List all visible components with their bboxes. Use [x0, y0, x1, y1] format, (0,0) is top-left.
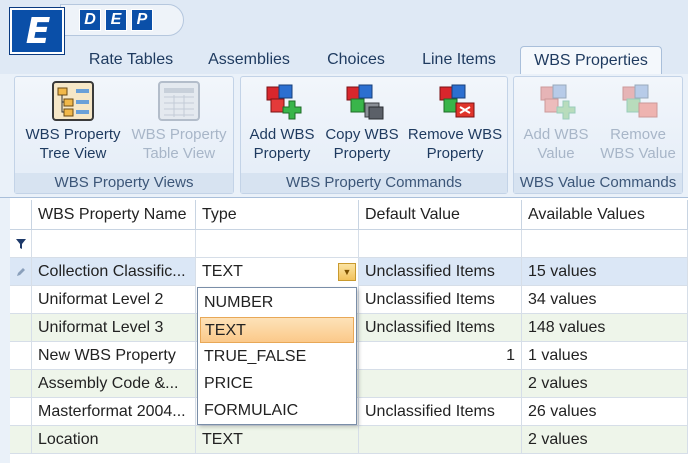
- cell-default[interactable]: 1: [359, 342, 522, 370]
- row-selector: [10, 314, 32, 342]
- cell-available[interactable]: 34 values: [522, 286, 688, 314]
- app-logo[interactable]: E: [10, 8, 64, 54]
- group-wbs-property-commands: Add WBS Property Copy WBS Property Remov…: [240, 76, 508, 194]
- dropdown-option-formulaic[interactable]: FORMULAIC: [200, 398, 354, 424]
- remove-wbs-value-button[interactable]: Remove WBS Value: [596, 81, 680, 163]
- filter-row: [10, 230, 688, 258]
- dropdown-option-number[interactable]: NUMBER: [200, 290, 354, 316]
- chevron-down-icon: ▼: [342, 267, 352, 277]
- add-wbs-value-button[interactable]: Add WBS Value: [516, 81, 596, 163]
- grid-header: WBS Property Name Type Default Value Ava…: [10, 200, 688, 230]
- cell-default[interactable]: Unclassified Items: [359, 286, 522, 314]
- table-view-label-1: WBS Property: [131, 126, 227, 143]
- cell-available[interactable]: 2 values: [522, 426, 688, 454]
- wbs-property-tree-view-button[interactable]: WBS Property Tree View: [19, 81, 127, 163]
- cell-default[interactable]: [359, 426, 522, 454]
- row-selector: [10, 286, 32, 314]
- quick-access-toolbar: D E P: [60, 4, 184, 36]
- add-value-icon: [533, 81, 579, 121]
- copy-wbs-property-label-2: Property: [333, 145, 391, 162]
- dropdown-option-true-false[interactable]: TRUE_FALSE: [200, 344, 354, 370]
- add-cubes-icon: [259, 81, 305, 121]
- copy-wbs-property-button[interactable]: Copy WBS Property: [321, 81, 403, 163]
- row-selector: [10, 398, 32, 426]
- left-gutter: [0, 198, 10, 463]
- cell-available[interactable]: 15 values: [522, 258, 688, 286]
- qat-button-e[interactable]: E: [105, 9, 127, 31]
- filter-cell-type[interactable]: [196, 230, 359, 258]
- tree-view-label-2: Tree View: [39, 145, 107, 162]
- group-label-commands: WBS Property Commands: [241, 173, 507, 193]
- group-wbs-property-views: WBS Property Tree View WBS Property Tabl…: [14, 76, 234, 194]
- row-selector: [10, 370, 32, 398]
- cell-type-editor[interactable]: TEXT: [196, 258, 359, 286]
- column-header-available[interactable]: Available Values: [522, 200, 688, 230]
- tree-view-label-1: WBS Property: [25, 126, 121, 143]
- row-selector: [10, 426, 32, 454]
- cell-name[interactable]: Masterformat 2004...: [32, 398, 196, 426]
- remove-wbs-property-button[interactable]: Remove WBS Property: [403, 81, 507, 163]
- remove-wbs-value-label-2: WBS Value: [600, 145, 676, 162]
- table-view-icon: [156, 81, 202, 121]
- header-selector: [10, 200, 32, 230]
- type-dropdown-list: NUMBER TEXT TRUE_FALSE PRICE FORMULAIC: [197, 287, 357, 425]
- cell-default[interactable]: Unclassified Items: [359, 314, 522, 342]
- column-header-default[interactable]: Default Value: [359, 200, 522, 230]
- cell-available[interactable]: 148 values: [522, 314, 688, 342]
- filter-cell-available[interactable]: [522, 230, 688, 258]
- cell-available[interactable]: 26 values: [522, 398, 688, 426]
- tab-rate-tables[interactable]: Rate Tables: [78, 46, 184, 74]
- table-view-label-2: Table View: [142, 145, 216, 162]
- dropdown-option-price[interactable]: PRICE: [200, 371, 354, 397]
- filter-icon: [10, 230, 32, 258]
- cell-type[interactable]: TEXT: [196, 426, 359, 454]
- tab-choices[interactable]: Choices: [318, 46, 394, 74]
- row-selector: [10, 342, 32, 370]
- cell-default[interactable]: Unclassified Items: [359, 398, 522, 426]
- add-wbs-value-label-2: Value: [537, 145, 575, 162]
- column-header-type[interactable]: Type: [196, 200, 359, 230]
- group-wbs-value-commands: Add WBS Value Remove WBS Value WBS Value…: [513, 76, 683, 194]
- remove-wbs-property-label-1: Remove WBS: [407, 126, 503, 143]
- group-label-views: WBS Property Views: [15, 173, 233, 193]
- add-wbs-value-label-1: Add WBS: [523, 126, 589, 143]
- add-wbs-property-button[interactable]: Add WBS Property: [243, 81, 321, 163]
- group-label-value-commands: WBS Value Commands: [514, 173, 682, 193]
- cell-name[interactable]: New WBS Property: [32, 342, 196, 370]
- remove-cubes-icon: [432, 81, 478, 121]
- cell-default[interactable]: Unclassified Items: [359, 258, 522, 286]
- remove-wbs-value-label-1: Remove: [610, 126, 666, 143]
- add-wbs-property-label-2: Property: [253, 145, 311, 162]
- dropdown-option-text[interactable]: TEXT: [200, 317, 354, 343]
- cell-name[interactable]: Collection Classific...: [32, 258, 196, 286]
- cell-name[interactable]: Assembly Code &...: [32, 370, 196, 398]
- edit-pencil-icon: [10, 258, 32, 286]
- column-header-name[interactable]: WBS Property Name: [32, 200, 196, 230]
- cell-name[interactable]: Location: [32, 426, 196, 454]
- table-row[interactable]: Location TEXT 2 values: [10, 426, 688, 454]
- add-wbs-property-label-1: Add WBS: [249, 126, 315, 143]
- cell-default[interactable]: [359, 370, 522, 398]
- copy-cubes-icon: [339, 81, 385, 121]
- copy-wbs-property-label-1: Copy WBS: [325, 126, 399, 143]
- app-logo-letter: E: [25, 10, 51, 52]
- cell-name[interactable]: Uniformat Level 3: [32, 314, 196, 342]
- tab-assemblies[interactable]: Assemblies: [196, 46, 302, 74]
- qat-button-p[interactable]: P: [131, 9, 153, 31]
- remove-wbs-property-label-2: Property: [426, 145, 484, 162]
- cell-available[interactable]: 1 values: [522, 342, 688, 370]
- cell-available[interactable]: 2 values: [522, 370, 688, 398]
- qat-button-d[interactable]: D: [79, 9, 101, 31]
- filter-cell-name[interactable]: [32, 230, 196, 258]
- dropdown-arrow-button[interactable]: ▼: [338, 263, 356, 281]
- ribbon: WBS Property Tree View WBS Property Tabl…: [0, 74, 688, 198]
- tree-view-icon: [50, 81, 96, 121]
- tab-line-items[interactable]: Line Items: [410, 46, 508, 74]
- tab-wbs-properties[interactable]: WBS Properties: [520, 46, 662, 74]
- remove-value-icon: [615, 81, 661, 121]
- cell-name[interactable]: Uniformat Level 2: [32, 286, 196, 314]
- ribbon-tab-row: Rate Tables Assemblies Choices Line Item…: [0, 40, 688, 74]
- wbs-property-table-view-button[interactable]: WBS Property Table View: [127, 81, 231, 163]
- filter-cell-default[interactable]: [359, 230, 522, 258]
